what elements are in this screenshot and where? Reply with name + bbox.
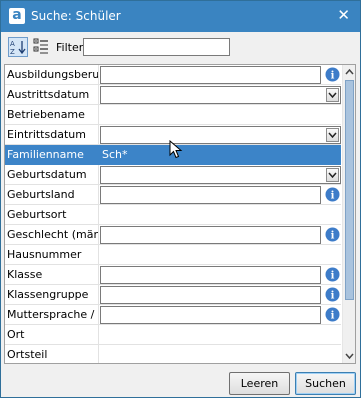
svg-text:i: i [331,291,335,302]
scrollbar-thumb[interactable] [345,80,354,300]
title-bar[interactable]: a Suche: Schüler ✕ [1,1,360,32]
field-label: Ortsteil [7,348,48,361]
info-icon[interactable]: i [325,267,340,282]
vertical-scrollbar[interactable] [342,65,355,363]
column-divider [98,105,99,124]
info-icon[interactable]: i [325,227,340,242]
field-label: Klassengruppe [7,288,89,301]
field-row-austrittsdatum[interactable]: Austrittsdatum [5,85,341,105]
dropdown-button[interactable] [326,168,339,182]
field-label: Klasse [7,268,43,281]
column-divider [98,65,99,84]
property-grid: Ausbildungsberuf i Austrittsdatum Betrie… [4,64,356,364]
categorized-view-button[interactable] [32,37,52,57]
svg-text:i: i [331,231,335,242]
column-divider [98,245,99,264]
scroll-down-arrow-icon[interactable] [344,349,355,362]
search-button[interactable]: Suchen [295,372,356,395]
field-label: Betriebename [7,108,85,121]
field-row-geburtsland[interactable]: Geburtsland i [5,185,341,205]
dropdown-button[interactable] [326,128,339,142]
field-row-betriebename[interactable]: Betriebename [5,105,341,125]
svg-text:i: i [331,71,335,82]
categorized-list-icon [33,38,48,54]
sort-alphabetical-button[interactable]: A Z [8,37,28,57]
klassengruppe-input[interactable] [100,286,321,304]
chevron-down-icon [328,92,337,99]
svg-text:i: i [331,191,335,202]
field-label: Geschlecht (män… [7,228,98,241]
field-label: Ausbildungsberuf [7,68,98,81]
filter-input[interactable] [83,38,230,56]
field-label: Familienname [7,148,84,161]
field-row-geburtsdatum[interactable]: Geburtsdatum [5,165,341,185]
column-divider [98,165,99,184]
column-divider [98,205,99,224]
scroll-up-arrow-icon[interactable] [344,66,355,79]
column-divider [98,85,99,104]
svg-text:i: i [331,311,335,322]
dropdown-button[interactable] [326,88,339,102]
column-divider [98,305,99,324]
svg-text:Z: Z [10,48,15,56]
window-title: Suche: Schüler [31,9,121,23]
field-row-ortsteil[interactable]: Ortsteil [5,345,341,363]
filter-label: Filter [56,41,84,54]
toolbar: A Z Filter [1,32,360,62]
field-label: Austrittsdatum [7,88,90,101]
chevron-down-icon [328,172,337,179]
klasse-input[interactable] [100,266,321,284]
field-row-geschlecht[interactable]: Geschlecht (män… i [5,225,341,245]
column-divider [98,325,99,344]
field-row-klasse[interactable]: Klasse i [5,265,341,285]
close-icon[interactable]: ✕ [337,6,350,24]
info-icon[interactable]: i [325,287,340,302]
column-divider [98,225,99,244]
mouse-cursor-icon [169,140,183,159]
ausbildungsberuf-input[interactable] [100,66,321,84]
field-row-ausbildungsberuf[interactable]: Ausbildungsberuf i [5,65,341,85]
info-icon[interactable]: i [325,187,340,202]
search-dialog: a Suche: Schüler ✕ A Z Filter Ausbildung… [0,0,361,398]
field-label: Muttersprache / … [7,308,98,321]
clear-button[interactable]: Leeren [229,372,290,395]
field-label: Geburtsland [7,188,75,201]
field-row-klassengruppe[interactable]: Klassengruppe i [5,285,341,305]
field-row-geburtsort[interactable]: Geburtsort [5,205,341,225]
column-divider [98,125,99,144]
field-row-ort[interactable]: Ort [5,325,341,345]
geburtsland-input[interactable] [100,186,321,204]
muttersprache-input[interactable] [100,306,321,324]
app-logo-icon: a [9,8,25,24]
column-divider [98,185,99,204]
column-divider [98,285,99,304]
geschlecht-input[interactable] [100,226,321,244]
austrittsdatum-dropdown[interactable] [100,86,341,104]
field-label: Geburtsdatum [7,168,87,181]
field-label: Hausnummer [7,248,82,261]
svg-text:i: i [331,271,335,282]
column-divider [98,345,99,363]
sort-az-icon: A Z [10,40,26,56]
info-icon[interactable]: i [325,67,340,82]
svg-text:A: A [10,40,15,48]
field-label: Ort [7,328,25,341]
field-row-muttersprache[interactable]: Muttersprache / … i [5,305,341,325]
field-label: Geburtsort [7,208,67,221]
familienname-value[interactable]: Sch* [102,148,128,161]
chevron-down-icon [328,132,337,139]
eintrittsdatum-dropdown[interactable] [100,126,341,144]
column-divider [98,265,99,284]
field-row-hausnummer[interactable]: Hausnummer [5,245,341,265]
column-divider [98,145,99,164]
dialog-footer: Leeren Suchen [1,366,360,397]
geburtsdatum-dropdown[interactable] [100,166,341,184]
field-label: Eintrittsdatum [7,128,86,141]
info-icon[interactable]: i [325,307,340,322]
